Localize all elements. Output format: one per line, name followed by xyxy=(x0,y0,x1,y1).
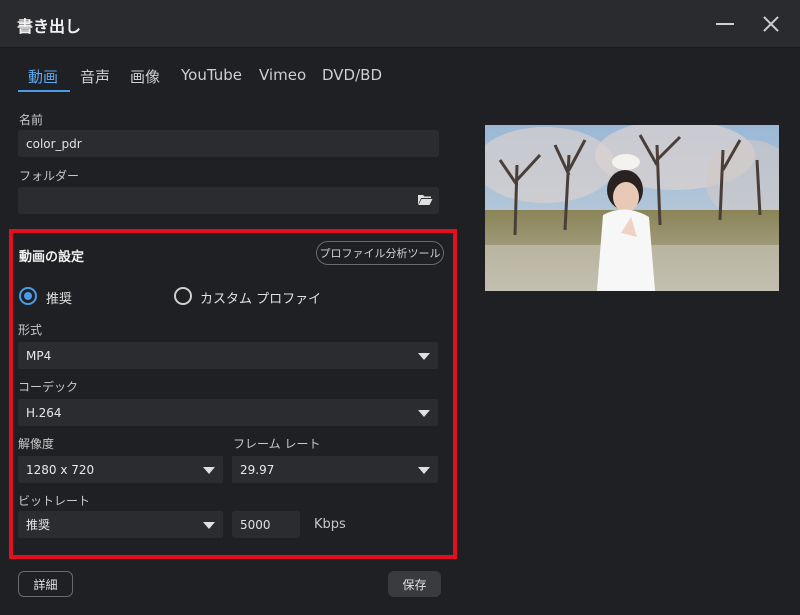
radio-custom-profile-label[interactable]: カスタム プロファイ xyxy=(200,288,321,307)
tab-vimeo[interactable]: Vimeo xyxy=(259,66,306,84)
save-button[interactable]: 保存 xyxy=(388,571,441,597)
chevron-down-icon xyxy=(418,353,430,360)
folder-input[interactable] xyxy=(18,187,439,214)
close-icon[interactable] xyxy=(757,10,785,38)
details-button[interactable]: 詳細 xyxy=(18,571,73,597)
codec-value: H.264 xyxy=(26,405,62,420)
title-bar: 書き出し xyxy=(0,0,800,48)
minimize-icon[interactable] xyxy=(711,10,739,38)
format-select[interactable]: MP4 xyxy=(18,342,438,369)
video-settings-title: 動画の設定 xyxy=(19,250,85,265)
bitrate-unit: Kbps xyxy=(314,517,346,532)
format-value: MP4 xyxy=(26,348,52,363)
name-label: 名前 xyxy=(19,113,44,127)
codec-label: コーデック xyxy=(18,380,79,394)
folder-open-icon[interactable] xyxy=(417,194,433,206)
active-tab-indicator xyxy=(18,90,70,92)
format-label: 形式 xyxy=(18,323,43,337)
resolution-label: 解像度 xyxy=(18,437,55,451)
radio-recommended[interactable] xyxy=(19,287,37,305)
folder-label: フォルダー xyxy=(19,169,80,183)
bitrate-value: 5000 xyxy=(240,517,271,532)
chevron-down-icon xyxy=(203,467,215,474)
chevron-down-icon xyxy=(418,410,430,417)
tab-dvd-bd[interactable]: DVD/BD xyxy=(322,66,382,84)
bitrate-input[interactable]: 5000 xyxy=(232,511,300,538)
bitrate-mode-select[interactable]: 推奨 xyxy=(18,511,223,538)
bitrate-label: ビットレート xyxy=(18,494,91,508)
tab-image[interactable]: 画像 xyxy=(130,66,160,87)
radio-custom-profile[interactable] xyxy=(174,287,192,305)
chevron-down-icon xyxy=(203,522,215,529)
frame-rate-value: 29.97 xyxy=(240,462,275,477)
chevron-down-icon xyxy=(418,467,430,474)
tab-video[interactable]: 動画 xyxy=(28,66,58,87)
frame-rate-select[interactable]: 29.97 xyxy=(232,456,438,483)
profile-analysis-tool-button[interactable]: プロファイル分析ツール xyxy=(316,241,444,265)
frame-rate-label: フレーム レート xyxy=(233,437,321,451)
window-title: 書き出し xyxy=(17,17,82,36)
radio-recommended-label[interactable]: 推奨 xyxy=(46,288,72,307)
bitrate-mode-value: 推奨 xyxy=(26,518,51,532)
codec-select[interactable]: H.264 xyxy=(18,399,438,426)
tab-audio[interactable]: 音声 xyxy=(80,66,110,87)
video-preview xyxy=(485,125,779,291)
resolution-value: 1280 x 720 xyxy=(26,462,95,477)
name-input[interactable]: color_pdr xyxy=(18,130,439,157)
resolution-select[interactable]: 1280 x 720 xyxy=(18,456,223,483)
name-value: color_pdr xyxy=(26,136,82,151)
tab-youtube[interactable]: YouTube xyxy=(181,66,242,84)
